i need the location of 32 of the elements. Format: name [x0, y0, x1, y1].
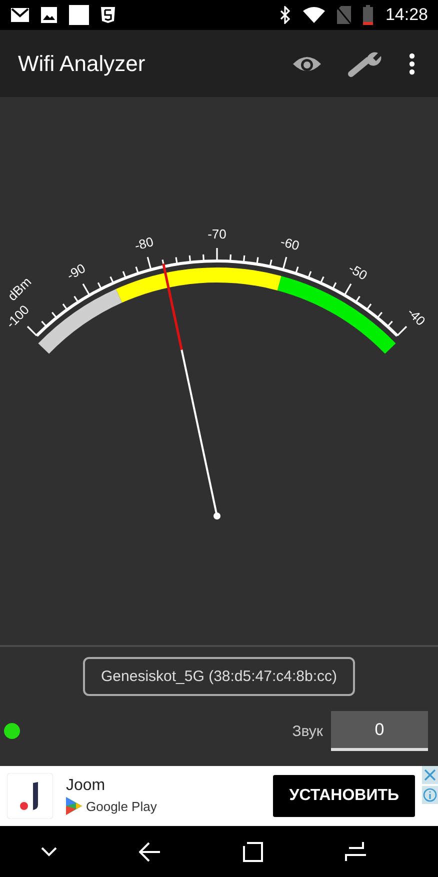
image-icon [41, 7, 57, 23]
back-icon[interactable] [139, 842, 161, 862]
square-icon [69, 5, 89, 25]
scale-label: -60 [278, 234, 302, 254]
chevron-down-icon[interactable] [41, 846, 57, 856]
scale-label: -40 [404, 304, 428, 328]
wifi-icon [303, 7, 326, 23]
battery-icon [363, 5, 374, 25]
bluetooth-icon [279, 6, 292, 24]
mail-icon [11, 8, 29, 22]
sound-field[interactable]: 0 [331, 711, 428, 751]
play-store-icon [66, 797, 82, 815]
clock-time: 14:28 [385, 5, 428, 25]
scale-label: -100 [3, 302, 32, 332]
app-name: Joom [66, 777, 106, 795]
store-name: Google Play [86, 798, 157, 814]
scale-label: -70 [208, 226, 226, 242]
more-icon[interactable] [408, 52, 416, 74]
wrench-icon[interactable] [348, 50, 382, 78]
home-icon[interactable] [243, 842, 263, 862]
scale-label: -90 [64, 260, 88, 283]
unit-label: dBm [4, 274, 34, 304]
app-logo [7, 773, 53, 819]
install-button[interactable]: УСТАНОВИТЬ [273, 775, 415, 817]
sound-label: Звук [292, 722, 323, 740]
scale-label: -50 [346, 260, 370, 283]
html5-icon [101, 7, 115, 23]
app-title: Wifi Analyzer [18, 50, 146, 76]
recents-icon[interactable] [345, 842, 367, 862]
network-selector[interactable]: Genesiskot_5G (38:d5:47:c4:8b:cc) [83, 656, 355, 696]
no-sim-icon [337, 6, 352, 24]
scale-label: -80 [132, 234, 156, 254]
